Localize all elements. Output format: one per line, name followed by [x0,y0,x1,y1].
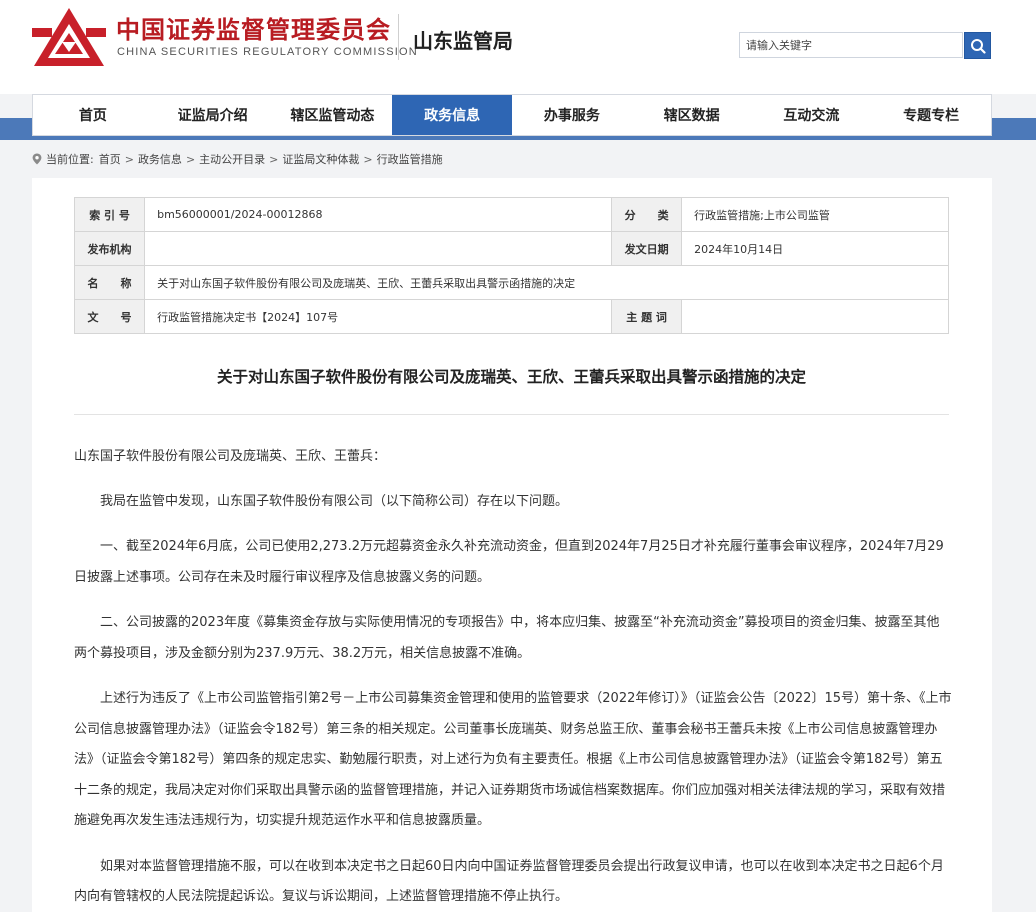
breadcrumb-gov-info[interactable]: 政务信息 [138,151,182,167]
site-header: 中国证券监督管理委员会 CHINA SECURITIES REGULATORY … [0,0,1036,94]
header-divider [398,14,399,60]
nav-item-interaction[interactable]: 互动交流 [752,95,872,135]
keyword-value [681,299,949,334]
search-icon [970,38,986,54]
table-row: 发布机构 发文日期 2024年10月14日 [73,231,949,266]
date-value: 2024年10月14日 [681,231,949,266]
index-label: 索 引 号 [73,197,146,232]
issuer-label: 发布机构 [73,231,146,266]
document-title: 关于对山东国子软件股份有限公司及庞瑞英、王欣、王蕾兵采取出具警示函措施的决定 [216,368,806,386]
date-label: 发文日期 [611,231,683,266]
location-pin-icon [32,153,42,165]
csrc-logo-icon[interactable] [32,6,106,68]
document-body: 山东国子软件股份有限公司及庞瑞英、王欣、王蕾兵： 我局在监管中发现，山东国子软件… [74,442,952,912]
document-meta-table: 索 引 号 bm56000001/2024-00012868 分 类 行政监管措… [73,197,949,334]
docno-label: 文 号 [73,299,146,334]
breadcrumb-sep: > [363,152,373,166]
nav-item-home[interactable]: 首页 [33,95,153,135]
index-value: bm56000001/2024-00012868 [144,197,613,232]
nav-item-special-topics[interactable]: 专题专栏 [871,95,991,135]
nav-item-services[interactable]: 办事服务 [512,95,632,135]
search-button[interactable] [964,32,991,59]
addressee: 山东国子软件股份有限公司及庞瑞英、王欣、王蕾兵： [74,449,387,464]
table-row: 文 号 行政监管措施决定书【2024】107号 主 题 词 [73,299,949,334]
keyword-label: 主 题 词 [611,299,683,334]
breadcrumb-current[interactable]: 行政监管措施 [377,151,443,167]
breadcrumb-home[interactable]: 首页 [99,151,121,167]
search-input[interactable] [740,33,962,57]
main-nav: 首页 证监局介绍 辖区监管动态 政务信息 办事服务 辖区数据 互动交流 专题专栏 [32,94,992,136]
paragraph: 二、公司披露的2023年度《募集资金存放与实际使用情况的专项报告》中，将本应归集… [74,615,940,661]
nav-item-regional-news[interactable]: 辖区监管动态 [273,95,393,135]
nav-item-regional-data[interactable]: 辖区数据 [632,95,752,135]
name-label: 名 称 [73,265,146,300]
breadcrumb-prefix: 当前位置: [46,153,94,166]
docno-value: 行政监管措施决定书【2024】107号 [144,299,613,334]
breadcrumb-sep: > [185,152,196,166]
table-row: 索 引 号 bm56000001/2024-00012868 分 类 行政监管措… [73,197,949,232]
org-name-cn[interactable]: 中国证券监督管理委员会 [116,10,391,45]
search-box [739,32,963,58]
issuer-value [144,231,613,266]
table-row: 名 称 关于对山东国子软件股份有限公司及庞瑞英、王欣、王蕾兵采取出具警示函措施的… [73,265,949,300]
breadcrumb-catalog[interactable]: 主动公开目录 [199,151,265,167]
paragraph: 我局在监管中发现，山东国子软件股份有限公司（以下简称公司）存在以下问题。 [100,493,569,509]
name-value: 关于对山东国子软件股份有限公司及庞瑞英、王欣、王蕾兵采取出具警示函措施的决定 [144,265,949,300]
paragraph: 一、截至2024年6月底，公司已使用2,273.2万元超募资金永久补充流动资金，… [74,539,944,585]
breadcrumb-sep: > [124,152,134,166]
nav-item-bureau-intro[interactable]: 证监局介绍 [153,95,273,135]
bureau-name[interactable]: 山东监管局 [413,25,513,54]
nav-item-gov-info[interactable]: 政务信息 [392,95,512,135]
org-name-en: CHINA SECURITIES REGULATORY COMMISSION [117,46,418,58]
title-divider [74,414,949,415]
breadcrumb: 当前位置: 首页 > 政务信息 > 主动公开目录 > 证监局文种体裁 > 行政监… [32,150,443,168]
category-label: 分 类 [611,197,683,232]
paragraph: 上述行为违反了《上市公司监管指引第2号－上市公司募集资金管理和使用的监管要求（2… [74,691,952,828]
breadcrumb-sep: > [269,152,279,166]
breadcrumb-doc-types[interactable]: 证监局文种体裁 [282,151,359,167]
main-content: 索 引 号 bm56000001/2024-00012868 分 类 行政监管措… [32,178,992,912]
paragraph: 如果对本监督管理措施不服，可以在收到本决定书之日起60日内向中国证券监督管理委员… [74,858,944,905]
category-value: 行政监管措施;上市公司监管 [681,197,949,232]
